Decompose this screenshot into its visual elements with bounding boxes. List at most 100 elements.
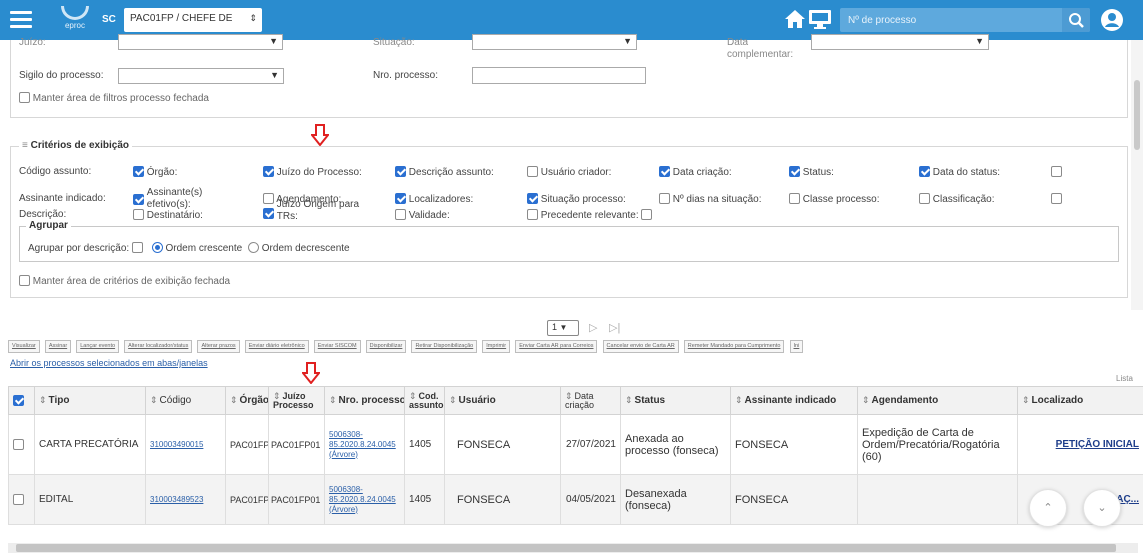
processo-link-number[interactable]: 85.2020.8.24.0045 bbox=[329, 495, 400, 505]
nro-processo-input[interactable] bbox=[472, 67, 646, 84]
action-ini[interactable]: Ini bbox=[789, 340, 804, 353]
monitor-icon[interactable] bbox=[808, 8, 832, 30]
action-remeter-mandado[interactable]: Remeter Mandado para Cumprimento bbox=[683, 340, 785, 353]
crit-destinatario[interactable]: Destinatário: bbox=[133, 209, 203, 222]
crit-checkbox[interactable] bbox=[659, 193, 670, 204]
col-localizador[interactable]: ⇕ Localizado bbox=[1017, 386, 1143, 415]
col-status[interactable]: ⇕ Status bbox=[620, 386, 731, 415]
table-row[interactable]: EDITAL 310003489523 PAC01FP PAC01FP01 50… bbox=[8, 474, 1143, 525]
lista-label[interactable]: Lista bbox=[1116, 374, 1133, 383]
crit-usuario-criador[interactable]: Usuário criador: bbox=[527, 166, 611, 179]
user-icon[interactable] bbox=[1100, 8, 1124, 32]
action-assinar[interactable]: Assinar bbox=[44, 340, 72, 353]
action-imprimir[interactable]: Imprimir bbox=[482, 340, 511, 353]
group-by-description-checkbox[interactable] bbox=[131, 242, 143, 253]
scroll-down-button[interactable]: ⌄ bbox=[1083, 489, 1121, 527]
action-enviar-diario[interactable]: Enviar diário eletrônico bbox=[244, 340, 309, 353]
crit-checkbox[interactable] bbox=[1051, 166, 1062, 177]
page-select[interactable]: 1 ▼ bbox=[547, 320, 579, 336]
col-data-criacao[interactable]: ⇕ Data criação bbox=[560, 386, 621, 415]
crit-data-criacao[interactable]: Data criação: bbox=[659, 166, 732, 179]
situacao-select[interactable]: ▼ bbox=[472, 34, 637, 50]
crit-checkbox[interactable] bbox=[789, 166, 800, 177]
crit-validade[interactable]: Validade: bbox=[395, 209, 450, 222]
crit-extra-1[interactable] bbox=[1051, 166, 1062, 179]
crit-orgao[interactable]: Órgão: bbox=[133, 166, 177, 179]
crit-checkbox[interactable] bbox=[1051, 193, 1062, 204]
processo-link[interactable]: 5006308- bbox=[329, 485, 400, 495]
crit-checkbox[interactable] bbox=[659, 166, 670, 177]
crit-checkbox[interactable] bbox=[133, 194, 144, 205]
action-enviar-carta-ar[interactable]: Enviar Carta AR para Correios bbox=[515, 340, 598, 353]
col-assinante[interactable]: ⇕ Assinante indicado bbox=[730, 386, 858, 415]
order-desc-radio[interactable] bbox=[248, 242, 259, 253]
table-row[interactable]: CARTA PRECATÓRIA 310003490015 PAC01FP PA… bbox=[8, 414, 1143, 475]
hamburger-icon[interactable] bbox=[10, 11, 32, 29]
col-usuario[interactable]: ⇕ Usuário bbox=[444, 386, 561, 415]
keep-filters-closed-checkbox[interactable] bbox=[19, 92, 30, 103]
crit-checkbox[interactable] bbox=[527, 209, 538, 220]
juizo-select[interactable]: ▼ bbox=[118, 34, 283, 50]
order-asc-radio[interactable] bbox=[151, 242, 163, 253]
processo-link[interactable]: 5006308- bbox=[329, 430, 400, 440]
col-codigo[interactable]: ⇕ Código bbox=[145, 386, 226, 415]
crit-checkbox[interactable] bbox=[919, 193, 930, 204]
table-horizontal-scrollbar[interactable] bbox=[8, 543, 1138, 553]
crit-checkbox[interactable] bbox=[919, 166, 930, 177]
codigo-link[interactable]: 310003490015 bbox=[150, 440, 203, 449]
keep-criteria-closed[interactable]: Manter área de critérios de exibição fec… bbox=[19, 275, 230, 288]
crit-localizadores[interactable]: Localizadores: bbox=[395, 193, 473, 206]
crit-precedente-value-checkbox[interactable] bbox=[641, 209, 653, 220]
scroll-up-button[interactable]: ⌃ bbox=[1029, 489, 1067, 527]
col-agendamento[interactable]: ⇕ Agendamento bbox=[857, 386, 1018, 415]
panel-scrollbar[interactable] bbox=[1131, 40, 1143, 310]
crit-checkbox[interactable] bbox=[133, 166, 144, 177]
data-complementar-select[interactable]: ▼ bbox=[811, 34, 989, 50]
crit-checkbox[interactable] bbox=[395, 209, 406, 220]
crit-classificacao[interactable]: Classificação: bbox=[919, 193, 994, 206]
keep-filters-closed[interactable]: Manter área de filtros processo fechada bbox=[19, 92, 209, 104]
crit-checkbox[interactable] bbox=[527, 193, 538, 204]
action-alterar-prazos[interactable]: Alterar prazos bbox=[197, 340, 240, 353]
col-cod-assunto[interactable]: ⇕ Cod. assunto bbox=[404, 386, 445, 415]
profile-select[interactable]: PAC01FP / CHEFE DE ⇕ bbox=[124, 8, 262, 32]
crit-descricao-assunto[interactable]: Descrição assunto: bbox=[395, 166, 494, 179]
col-tipo[interactable]: ⇕ Tipo bbox=[34, 386, 146, 415]
crit-checkbox[interactable] bbox=[263, 166, 274, 177]
select-all-checkbox[interactable] bbox=[13, 394, 24, 406]
codigo-link[interactable]: 310003489523 bbox=[150, 495, 203, 504]
localizador-link[interactable]: PETIÇÃO INICIAL bbox=[1056, 439, 1139, 450]
crit-precedente[interactable]: Precedente relevante: bbox=[527, 209, 653, 222]
crit-situacao-processo[interactable]: Situação processo: bbox=[527, 193, 626, 206]
arvore-link[interactable]: (Árvore) bbox=[329, 450, 400, 460]
action-disponibilizar[interactable]: Disponibilizar bbox=[365, 340, 407, 353]
action-visualizar[interactable]: Visualizar bbox=[8, 340, 40, 353]
col-nro-processo[interactable]: ⇕ Nro. processo bbox=[324, 386, 405, 415]
crit-dias-situacao[interactable]: Nº dias na situação: bbox=[659, 193, 761, 206]
crit-data-status[interactable]: Data do status: bbox=[919, 166, 1000, 179]
crit-checkbox[interactable] bbox=[527, 166, 538, 177]
crit-checkbox[interactable] bbox=[789, 193, 800, 204]
action-alterar-localizador[interactable]: Alterar localizador/status bbox=[124, 340, 193, 353]
action-lancar-evento[interactable]: Lançar evento bbox=[76, 340, 120, 353]
arvore-link[interactable]: (Árvore) bbox=[329, 505, 400, 515]
crit-juizo-origem[interactable]: Juízo Origem para TRs: bbox=[263, 199, 381, 223]
crit-juizo-processo[interactable]: Juízo do Processo: bbox=[263, 166, 362, 179]
process-search-input[interactable] bbox=[840, 8, 1055, 32]
crit-checkbox[interactable] bbox=[133, 209, 144, 220]
action-cancelar-carta-ar[interactable]: Cancelar envio de Carta AR bbox=[602, 340, 679, 353]
criteria-title[interactable]: ≡ Critérios de exibição bbox=[19, 140, 132, 151]
crit-classe-processo[interactable]: Classe processo: bbox=[789, 193, 879, 206]
processo-link-number[interactable]: 85.2020.8.24.0045 bbox=[329, 440, 400, 450]
last-page-icon[interactable]: ▷| bbox=[609, 321, 620, 334]
home-icon[interactable] bbox=[784, 8, 806, 30]
row-checkbox[interactable] bbox=[13, 493, 24, 505]
crit-status[interactable]: Status: bbox=[789, 166, 834, 179]
action-retirar-disponibilizacao[interactable]: Retirar Disponibilização bbox=[411, 340, 478, 353]
crit-checkbox[interactable] bbox=[263, 208, 274, 219]
keep-criteria-closed-checkbox[interactable] bbox=[19, 275, 30, 286]
sigilo-select[interactable]: ▼ bbox=[118, 68, 284, 84]
row-checkbox[interactable] bbox=[13, 438, 24, 450]
open-selected-link[interactable]: Abrir os processos selecionados em abas/… bbox=[10, 358, 208, 368]
crit-assinantes-efetivos[interactable]: Assinante(s) efetivo(s): bbox=[133, 187, 225, 211]
